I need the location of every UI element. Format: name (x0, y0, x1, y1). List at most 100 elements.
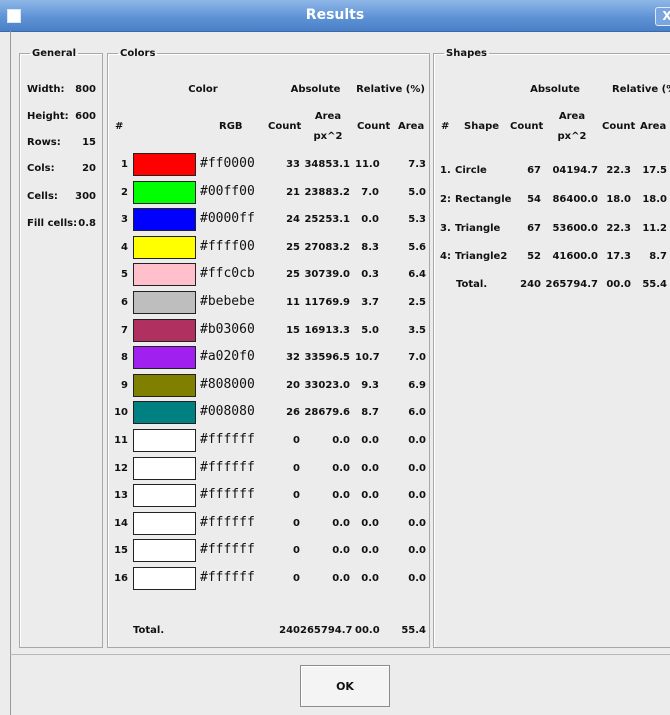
color-count: 0 (293, 490, 300, 502)
color-rgb-value: #ffffff (200, 570, 255, 585)
window-title: Results (305, 7, 365, 23)
color-rel-area: 7.3 (408, 159, 426, 170)
color-rel-count: 9.3 (361, 379, 379, 391)
shape-rel-count: 22.3 (606, 165, 631, 176)
color-row-number: 15 (114, 545, 128, 557)
color-count: 21 (286, 186, 300, 198)
shape-area: 86400.0 (552, 194, 598, 205)
color-rel-count: 0.0 (361, 545, 379, 557)
color-area: 16913.3 (304, 324, 350, 336)
title-bar: Results X (0, 0, 670, 32)
color-area: 23883.2 (304, 186, 350, 198)
color-swatch (133, 291, 196, 314)
shape-area: 53600.0 (552, 223, 598, 234)
color-rel-area: 6.4 (408, 269, 426, 281)
color-count: 25 (286, 241, 300, 253)
color-area: 33023.0 (304, 379, 350, 391)
color-row-number: 10 (114, 407, 128, 419)
shape-name: Circle (455, 165, 487, 176)
shape-rel-area: 18.0 (642, 194, 667, 205)
general-value: 800 (75, 84, 96, 95)
shapes-rel-area-header: Area (640, 121, 667, 132)
color-rel-area: 5.3 (408, 214, 426, 226)
shape-count: 67 (527, 223, 541, 234)
color-count: 0 (293, 517, 300, 529)
color-rel-count: 5.0 (361, 324, 379, 336)
color-area: 25253.1 (304, 214, 350, 226)
color-swatch (133, 511, 196, 535)
color-rel-count: 7.0 (361, 186, 379, 198)
close-icon[interactable]: X (655, 7, 670, 26)
color-rgb-value: #bebebe (200, 294, 255, 309)
color-rel-area: 3.5 (408, 324, 426, 336)
shape-count: 54 (527, 194, 541, 205)
ok-button[interactable]: OK (300, 665, 390, 707)
colors-legend: Colors (120, 48, 156, 59)
color-area: 0.0 (332, 435, 350, 446)
shape-area: 41600.0 (552, 251, 598, 262)
color-row-number: 8 (121, 352, 128, 364)
general-label: Cells: (27, 191, 58, 202)
color-count: 20 (286, 379, 300, 391)
shapes-absolute-header: Absolute (530, 84, 580, 95)
color-swatch (133, 263, 196, 287)
color-swatch (133, 318, 196, 342)
color-area: 0.0 (332, 573, 350, 584)
color-area: 11769.9 (304, 297, 350, 308)
color-row-number: 12 (114, 462, 128, 474)
shape-row-number: 2: (440, 194, 451, 205)
color-rel-count: 0.0 (361, 214, 379, 226)
shapes-total-rel-count: 00.0 (606, 279, 631, 290)
shape-area: 04194.7 (552, 165, 598, 176)
general-label: Cols: (27, 163, 55, 174)
color-rel-count: 0.0 (361, 462, 379, 474)
color-count: 15 (286, 324, 300, 336)
shape-rel-count: 17.3 (606, 251, 631, 262)
color-rgb-value: #ffffff (200, 542, 255, 558)
colors-rgb-header: RGB (219, 121, 243, 132)
shape-rel-count: 18.0 (606, 194, 631, 205)
color-rel-area: 0.0 (408, 462, 426, 474)
color-rgb-value: #808000 (200, 376, 255, 392)
color-rel-count: 0.0 (361, 490, 379, 502)
color-swatch (133, 153, 196, 176)
color-rgb-value: #a020f0 (200, 349, 255, 365)
shape-rel-area: 8.7 (649, 251, 667, 262)
color-rel-area: 0.0 (408, 573, 426, 584)
color-rel-count: 0.0 (361, 517, 379, 529)
color-rel-count: 0.0 (361, 435, 379, 446)
shapes-total-rel-area: 55.4 (642, 279, 667, 290)
color-rel-area: 6.9 (408, 379, 426, 391)
shapes-rel-count-header: Count (602, 121, 636, 132)
color-rel-area: 2.5 (408, 297, 426, 308)
color-count: 32 (286, 352, 300, 364)
color-swatch (133, 208, 196, 232)
color-area: 34853.1 (304, 159, 350, 170)
shapes-shape-header: Shape (464, 121, 500, 132)
shape-name: Triangle (455, 223, 501, 234)
color-count: 11 (286, 297, 300, 308)
color-count: 0 (293, 545, 300, 557)
shapes-area-header: Area (558, 111, 586, 122)
colors-total-rel-count: 00.0 (355, 625, 380, 636)
color-area: 28679.6 (304, 407, 350, 419)
color-rgb-value: #00ff00 (200, 183, 255, 199)
shapes-total-count: 240 (520, 279, 541, 290)
color-swatch (133, 401, 196, 425)
color-row-number: 14 (114, 517, 128, 529)
colors-total-area: 265794.7 (300, 625, 353, 636)
shape-row-number: 1. (440, 165, 451, 176)
general-label: Width: (27, 84, 65, 95)
color-area: 30739.0 (304, 269, 350, 281)
color-rel-count: 0.3 (361, 269, 379, 281)
shape-row-number: 4: (440, 251, 451, 262)
color-row-number: 5 (121, 269, 128, 281)
color-count: 0 (293, 435, 300, 446)
colors-color-header: Color (188, 84, 218, 95)
color-row-number: 9 (121, 379, 128, 391)
color-swatch (133, 484, 196, 508)
shape-count: 52 (527, 251, 541, 262)
colors-absolute-header: Absolute (290, 84, 341, 95)
color-rel-area: 0.0 (408, 435, 426, 446)
color-swatch (133, 456, 196, 480)
